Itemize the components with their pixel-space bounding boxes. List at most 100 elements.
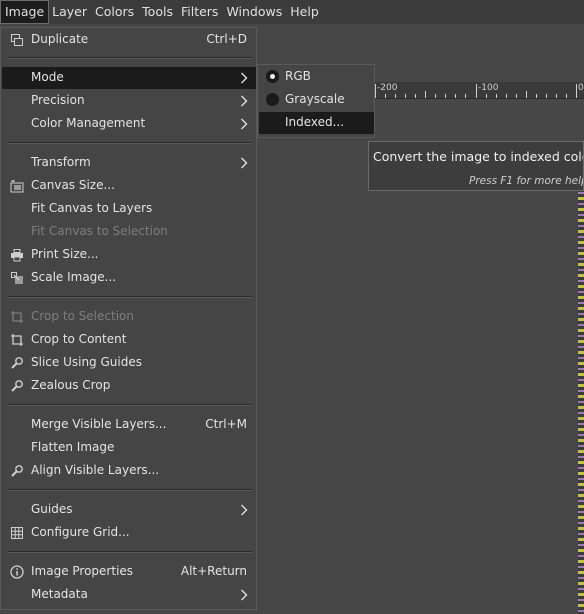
menubar-help[interactable]: Help <box>286 1 323 23</box>
menu-item-mode[interactable]: Mode <box>2 67 256 89</box>
menubar-colors[interactable]: Colors <box>91 1 138 23</box>
menu-item-label: Crop to Selection <box>31 309 134 323</box>
ruler-tick <box>435 94 436 98</box>
plugin-icon <box>10 379 24 393</box>
tooltip-text: Convert the image to indexed colors <box>373 149 584 164</box>
submenu-arrow-icon <box>240 589 248 601</box>
menubar-image[interactable]: Image <box>0 0 50 24</box>
ruler-tick <box>405 94 406 98</box>
submenu-item-label: Indexed... <box>285 115 345 129</box>
plugin-icon <box>10 356 24 370</box>
ruler-tick <box>506 94 507 98</box>
mode-submenu: RGB Grayscale Indexed... <box>257 64 375 138</box>
menu-item-label: Flatten Image <box>31 440 115 454</box>
menubar-layer[interactable]: Layer <box>48 1 91 23</box>
menu-item-label: Guides <box>31 502 73 516</box>
ruler-tick <box>486 94 487 98</box>
menubar-windows[interactable]: Windows <box>222 1 286 23</box>
ruler-tick <box>455 94 456 98</box>
horizontal-ruler: -200 -100 0 <box>372 82 584 99</box>
menu-item-align-visible-layers[interactable]: Align Visible Layers... <box>2 460 256 482</box>
menu-item-image-properties[interactable]: Image Properties Alt+Return <box>2 561 256 583</box>
menu-item-label: Fit Canvas to Selection <box>31 224 168 238</box>
ruler-tick <box>496 94 497 98</box>
menubar-tools[interactable]: Tools <box>138 1 177 23</box>
menu-item-label: Transform <box>31 155 91 169</box>
submenu-item-rgb[interactable]: RGB <box>259 66 374 88</box>
menu-item-label: Fit Canvas to Layers <box>31 201 153 215</box>
ruler-tick <box>395 94 396 98</box>
duplicate-icon <box>10 33 24 47</box>
menu-item-scale-image[interactable]: Scale Image... <box>2 267 256 289</box>
ruler-tick <box>576 84 577 98</box>
printer-icon <box>10 248 24 262</box>
radio-selected-icon <box>266 70 279 83</box>
ruler-tick <box>445 94 446 98</box>
submenu-item-indexed[interactable]: Indexed... <box>259 112 374 134</box>
ruler-tick <box>425 91 426 98</box>
menu-separator <box>8 142 252 144</box>
menu-item-slice-using-guides[interactable]: Slice Using Guides <box>2 352 256 374</box>
scale-image-icon <box>10 271 24 285</box>
menu-item-label: Image Properties <box>31 564 134 578</box>
menu-item-print-size[interactable]: Print Size... <box>2 244 256 266</box>
menu-separator <box>8 404 252 406</box>
menu-item-flatten-image[interactable]: Flatten Image <box>2 437 256 459</box>
menu-item-zealous-crop[interactable]: Zealous Crop <box>2 375 256 397</box>
menu-item-merge-visible-layers[interactable]: Merge Visible Layers... Ctrl+M <box>2 414 256 436</box>
ruler-tick <box>465 94 466 98</box>
submenu-item-label: RGB <box>285 69 311 83</box>
submenu-arrow-icon <box>240 95 248 107</box>
ruler-tick <box>516 94 517 98</box>
menubar-filters[interactable]: Filters <box>177 1 222 23</box>
ruler-tick <box>476 84 477 98</box>
submenu-item-grayscale[interactable]: Grayscale <box>259 89 374 111</box>
menu-item-guides[interactable]: Guides <box>2 499 256 521</box>
menu-item-transform[interactable]: Transform <box>2 152 256 174</box>
menu-item-precision[interactable]: Precision <box>2 90 256 112</box>
submenu-arrow-icon <box>240 118 248 130</box>
menu-separator <box>8 57 252 59</box>
menu-item-label: Color Management <box>31 116 146 130</box>
menu-item-label: Canvas Size... <box>31 178 115 192</box>
menu-separator <box>8 296 252 298</box>
menu-separator <box>8 489 252 491</box>
menu-item-label: Configure Grid... <box>31 525 130 539</box>
menu-item-fit-canvas-to-layers[interactable]: Fit Canvas to Layers <box>2 198 256 220</box>
ruler-label: -200 <box>377 83 398 93</box>
info-icon <box>10 565 24 579</box>
ruler-label: 0 <box>578 83 584 93</box>
shortcut-label: Ctrl+D <box>206 32 247 46</box>
menu-item-label: Zealous Crop <box>31 378 111 392</box>
menu-item-label: Metadata <box>31 587 88 601</box>
menu-separator <box>8 551 252 553</box>
ruler-tick <box>415 94 416 98</box>
menu-item-label: Crop to Content <box>31 332 127 346</box>
menu-item-fit-canvas-to-selection[interactable]: Fit Canvas to Selection <box>2 221 256 243</box>
crop-icon <box>10 333 24 347</box>
menu-item-label: Precision <box>31 93 85 107</box>
ruler-label: -100 <box>478 83 499 93</box>
menu-item-label: Slice Using Guides <box>31 355 142 369</box>
menu-item-label: Align Visible Layers... <box>31 463 160 477</box>
menu-item-label: Duplicate <box>31 32 89 46</box>
menu-item-canvas-size[interactable]: Canvas Size... <box>2 175 256 197</box>
menu-item-configure-grid[interactable]: Configure Grid... <box>2 522 256 544</box>
ruler-tick <box>556 94 557 98</box>
ruler-tick <box>375 84 376 98</box>
menu-item-crop-to-content[interactable]: Crop to Content <box>2 329 256 351</box>
menu-item-label: Mode <box>31 70 64 84</box>
menu-bar: Image Layer Colors Tools Filters Windows… <box>0 0 584 24</box>
tooltip: Convert the image to indexed colors Pres… <box>368 141 584 191</box>
ruler-tick <box>566 94 567 98</box>
menu-item-color-management[interactable]: Color Management <box>2 113 256 135</box>
canvas-size-icon <box>10 179 24 193</box>
menu-item-duplicate[interactable]: Duplicate Ctrl+D <box>2 29 256 51</box>
radio-unselected-icon <box>266 93 279 106</box>
menu-item-label: Print Size... <box>31 247 99 261</box>
crop-icon <box>10 310 24 324</box>
ruler-tick <box>526 91 527 98</box>
ruler-tick <box>546 94 547 98</box>
menu-item-crop-to-selection[interactable]: Crop to Selection <box>2 306 256 328</box>
menu-item-metadata[interactable]: Metadata <box>2 584 256 606</box>
